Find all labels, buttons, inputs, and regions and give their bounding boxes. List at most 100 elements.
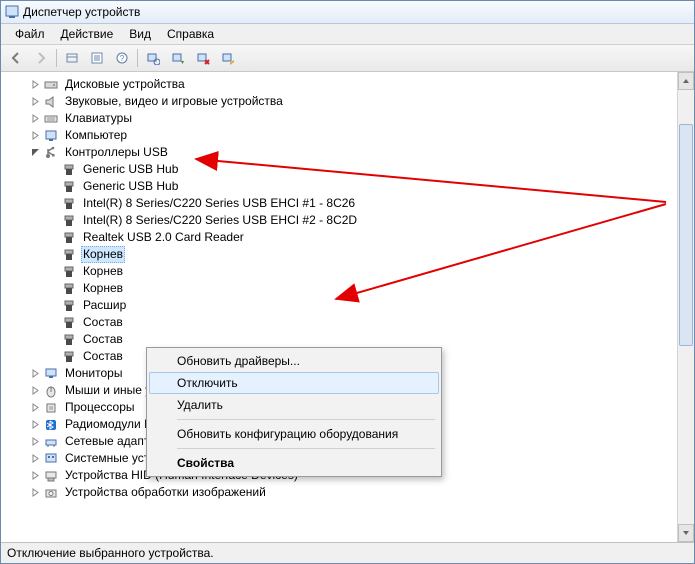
toolbar-separator [56,49,57,67]
expander-icon[interactable] [29,79,41,91]
usb-icon [61,179,77,195]
toolbar-scan-button[interactable] [141,46,165,70]
expander-icon[interactable] [29,487,41,499]
context-menu: Обновить драйверы... Отключить Удалить О… [146,347,442,477]
toolbar-back-button[interactable] [4,46,28,70]
menu-action[interactable]: Действие [53,24,122,44]
tree-node-label: Расшир [81,297,128,314]
tree-node-usb-child-6[interactable]: Корнев [7,263,678,280]
toolbar-uninstall-button[interactable] [191,46,215,70]
tree-node-cat-bottom-7[interactable]: Устройства обработки изображений [7,484,678,501]
tree-node-label: Состав [81,348,125,365]
tree-node-cat-top-0[interactable]: Дисковые устройства [7,76,678,93]
svg-text:?: ? [120,54,125,63]
toolbar-show-hidden-button[interactable] [60,46,84,70]
toolbar-update-driver-button[interactable] [166,46,190,70]
expander-icon[interactable] [29,130,41,142]
app-icon [5,5,19,19]
imaging-icon [43,485,59,501]
tree-node-usb-child-10[interactable]: Состав [7,331,678,348]
tree-node-usb-child-8[interactable]: Расшир [7,297,678,314]
tree-node-label: Корнев [81,263,125,280]
tree-node-label: Звуковые, видео и игровые устройства [63,93,285,110]
tree-node-label: Generic USB Hub [81,161,180,178]
usb-icon [61,332,77,348]
toolbar-disable-button[interactable] [216,46,240,70]
expander-icon[interactable] [29,368,41,380]
scrollbar-thumb[interactable] [679,124,693,346]
tree-node-usb-category[interactable]: Контроллеры USB [7,144,678,161]
context-menu-scan-hardware[interactable]: Обновить конфигурацию оборудования [149,423,439,445]
usb-icon [43,145,59,161]
context-menu-delete[interactable]: Удалить [149,394,439,416]
usb-icon [61,230,77,246]
hid-icon [43,468,59,484]
keyboard-icon [43,111,59,127]
tree-node-label: Intel(R) 8 Series/C220 Series USB EHCI #… [81,195,357,212]
tree-node-label: Realtek USB 2.0 Card Reader [81,229,246,246]
expander-icon[interactable] [29,96,41,108]
context-menu-separator [177,419,435,420]
network-icon [43,434,59,450]
menu-help[interactable]: Справка [159,24,222,44]
tree-node-usb-child-2[interactable]: Intel(R) 8 Series/C220 Series USB EHCI #… [7,195,678,212]
usb-icon [61,315,77,331]
context-menu-update-drivers[interactable]: Обновить драйверы... [149,350,439,372]
expander-icon[interactable] [29,385,41,397]
tree-node-label: Клавиатуры [63,110,134,127]
toolbar-forward-button[interactable] [29,46,53,70]
expander-icon[interactable] [29,402,41,414]
tree-node-usb-child-7[interactable]: Корнев [7,280,678,297]
system-icon [43,451,59,467]
usb-icon [61,247,77,263]
usb-icon [61,196,77,212]
toolbar-help-button[interactable]: ? [110,46,134,70]
device-tree-area: Дисковые устройстваЗвуковые, видео и игр… [1,72,694,543]
context-menu-disable[interactable]: Отключить [149,372,439,394]
tree-node-label: Корнев [81,246,125,263]
toolbar-properties-button[interactable] [85,46,109,70]
toolbar-separator [137,49,138,67]
tree-node-label: Устройства обработки изображений [63,484,268,501]
tree-node-cat-top-3[interactable]: Компьютер [7,127,678,144]
scroll-up-arrow-icon[interactable] [678,72,694,90]
context-menu-properties[interactable]: Свойства [149,452,439,474]
tree-node-usb-child-9[interactable]: Состав [7,314,678,331]
mouse-icon [43,383,59,399]
disk-icon [43,77,59,93]
tree-node-usb-child-4[interactable]: Realtek USB 2.0 Card Reader [7,229,678,246]
expander-icon[interactable] [29,147,41,159]
status-bar: Отключение выбранного устройства. [1,543,694,563]
menu-view[interactable]: Вид [121,24,159,44]
tree-node-usb-child-3[interactable]: Intel(R) 8 Series/C220 Series USB EHCI #… [7,212,678,229]
menu-file[interactable]: Файл [7,24,53,44]
expander-icon[interactable] [29,436,41,448]
expander-icon[interactable] [29,470,41,482]
scroll-down-arrow-icon[interactable] [678,524,694,542]
tree-node-label: Generic USB Hub [81,178,180,195]
window-title: Диспетчер устройств [23,5,140,19]
tree-node-label: Состав [81,331,125,348]
expander-icon[interactable] [29,113,41,125]
tree-node-usb-child-0[interactable]: Generic USB Hub [7,161,678,178]
expander-icon[interactable] [29,419,41,431]
tree-node-usb-child-5[interactable]: Корнев [7,246,678,263]
title-bar: Диспетчер устройств [1,1,694,24]
tree-node-usb-child-1[interactable]: Generic USB Hub [7,178,678,195]
tree-node-label: Компьютер [63,127,129,144]
tree-node-label: Корнев [81,280,125,297]
vertical-scrollbar[interactable] [677,72,694,542]
expander-icon[interactable] [29,453,41,465]
tree-node-label: Intel(R) 8 Series/C220 Series USB EHCI #… [81,212,359,229]
computer-icon [43,128,59,144]
context-menu-separator [177,448,435,449]
tree-node-label: Мониторы [63,365,124,382]
tree-node-cat-top-1[interactable]: Звуковые, видео и игровые устройства [7,93,678,110]
usb-icon [61,298,77,314]
tree-node-label: Состав [81,314,125,331]
tree-node-label: Дисковые устройства [63,76,187,93]
usb-icon [61,349,77,365]
toolbar: ? [1,45,694,72]
tree-node-cat-top-2[interactable]: Клавиатуры [7,110,678,127]
tree-node-label: Процессоры [63,399,137,416]
